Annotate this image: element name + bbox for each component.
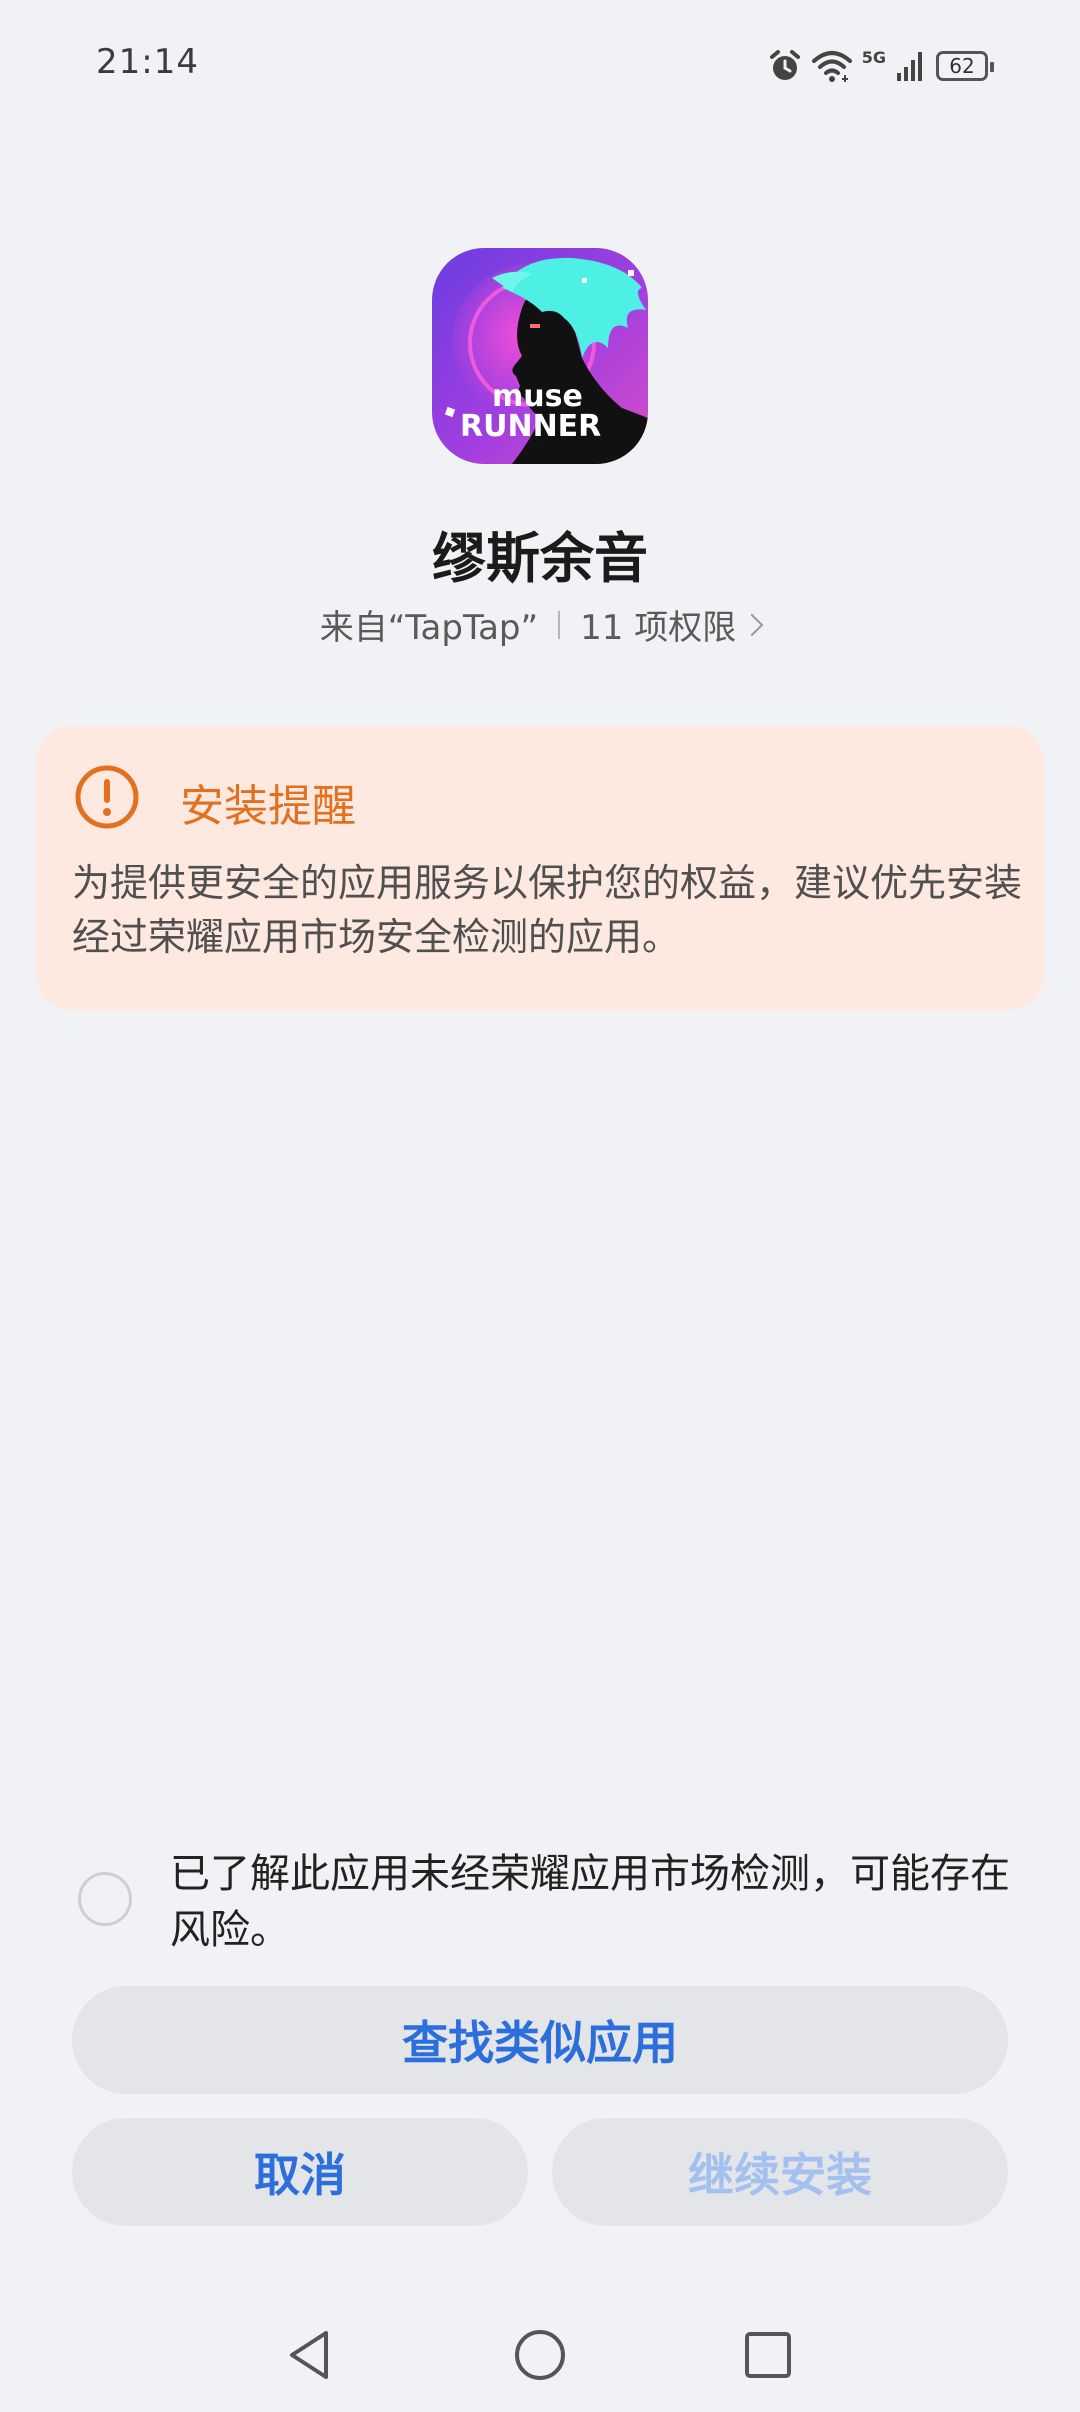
battery-icon: 62	[936, 51, 994, 81]
home-icon[interactable]	[505, 2320, 575, 2390]
permissions-link[interactable]: 11 项权限	[580, 600, 764, 649]
permissions-label: 11 项权限	[580, 608, 737, 648]
signal-icon	[896, 49, 926, 83]
battery-level: 62	[949, 54, 975, 78]
chevron-right-icon	[740, 613, 764, 636]
status-bar: 21:14 5G 62	[0, 0, 1080, 134]
cancel-button[interactable]: 取消	[72, 2118, 528, 2226]
alarm-icon	[768, 49, 802, 83]
warning-text: 为提供更安全的应用服务以保护您的权益，建议优先安装经过荣耀应用市场安全检测的应用…	[72, 861, 1023, 959]
wifi-icon	[811, 49, 852, 83]
network-label: 5G	[861, 48, 886, 67]
status-time: 21:14	[96, 42, 199, 82]
continue-install-button[interactable]: 继续安装	[552, 2118, 1008, 2226]
app-name: 缪斯余音	[432, 527, 648, 590]
status-icons: 5G 62	[768, 46, 994, 86]
install-warning-card: 安装提醒 为提供更安全的应用服务以保护您的权益，建议优先安装经过荣耀应用市场安全…	[36, 726, 1044, 1010]
acknowledge-text: 已了解此应用未经荣耀应用市场检测，可能存在风险。	[170, 1851, 1010, 1953]
divider	[558, 610, 561, 639]
app-source: 来自“TapTap”	[319, 608, 539, 648]
recents-icon[interactable]	[733, 2320, 803, 2390]
exclamation-circle-icon	[74, 764, 140, 830]
find-similar-apps-button[interactable]: 查找类似应用	[72, 1986, 1008, 2094]
app-icon: muse RUNNER	[432, 248, 648, 464]
back-icon[interactable]	[274, 2320, 344, 2390]
acknowledge-radio[interactable]	[78, 1872, 132, 1926]
app-icon-text-runner: RUNNER	[460, 409, 601, 444]
warning-title: 安装提醒	[180, 781, 356, 832]
navigation-bar	[0, 2300, 1080, 2412]
source-line: 来自“TapTap” 11 项权限	[0, 600, 1080, 649]
